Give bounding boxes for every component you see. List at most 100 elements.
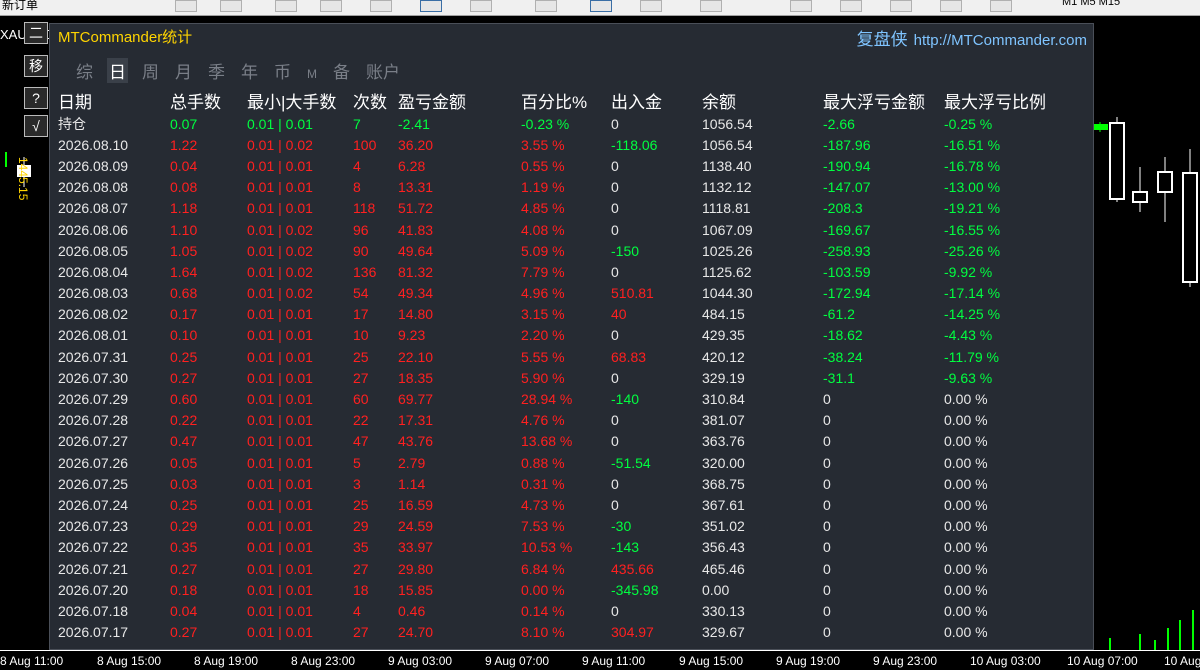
table-row[interactable]: 2026.08.02 0.17 0.01 | 0.01 17 14.80 3.15 % 40… [50,304,1095,325]
table-cell: 17 [353,306,369,323]
table-row[interactable]: 2026.07.23 0.29 0.01 | 0.01 29 24.59 7.53 % -3… [50,516,1095,537]
brand-link[interactable]: http://MTCommander.com [914,32,1087,49]
table-cell: 0.00 % [944,560,988,577]
table-row[interactable]: 2026.07.21 0.27 0.01 | 0.01 27 29.80 6.84 % 43… [50,558,1095,579]
table-cell: 2026.08.02 [58,306,129,323]
tab-7[interactable]: M [305,67,319,81]
table-row[interactable]: 2026.07.17 0.27 0.01 | 0.01 27 24.70 8.10 % 30… [50,622,1095,643]
table-cell: 0.46 [398,602,426,619]
new-order-button[interactable]: 新订单 [2,0,38,13]
table-row[interactable]: 2026.07.28 0.22 0.01 | 0.01 22 17.31 4.76 % 0 3… [50,410,1095,431]
table-cell: 4.76 % [521,412,565,429]
table-cell: 4.85 % [521,200,565,217]
table-row[interactable]: 2026.07.22 0.35 0.01 | 0.01 35 33.97 10.53 % -… [50,537,1095,558]
table-row[interactable]: 2026.07.24 0.25 0.01 | 0.01 25 16.59 4.73 % 0 3… [50,494,1095,515]
crosshair-button[interactable] [640,0,662,12]
tab-2[interactable]: 周 [140,58,161,83]
table-cell: 136 [353,263,377,280]
table-row[interactable]: 持仓 0.07 0.01 | 0.01 7 -2.41 -0.23 % 0 1056.54 -2… [50,113,1095,134]
table-cell: 14.80 [398,306,434,323]
table-cell: 27 [353,624,369,641]
table-cell: 36.20 [398,136,434,153]
table-row[interactable]: 2026.08.03 0.68 0.01 | 0.02 54 49.34 4.96 % 51… [50,283,1095,304]
table-row[interactable]: 2026.08.04 1.64 0.01 | 0.02 136 81.32 7.79 % 0… [50,261,1095,282]
table-row[interactable]: 2026.07.20 0.18 0.01 | 0.01 18 15.85 0.00 % -3… [50,579,1095,600]
tab-8[interactable]: 备 [331,58,352,83]
table-row[interactable]: 2026.08.01 0.10 0.01 | 0.01 10 9.23 2.20 % 0 42… [50,325,1095,346]
table-cell: 0.00 % [944,581,988,598]
auto-scroll-button[interactable] [535,0,557,12]
table-cell: 0.27 [170,560,198,577]
table-row[interactable]: 2026.07.26 0.05 0.01 | 0.01 5 2.79 0.88 % -51.… [50,452,1095,473]
table-row[interactable]: 2026.08.08 0.08 0.01 | 0.01 8 13.31 1.19 % 0 11… [50,177,1095,198]
tab-9[interactable]: 账户 [364,58,402,83]
time-label: 9 Aug 07:00 [485,654,550,668]
table-cell: 0.01 | 0.02 [247,221,313,238]
channel-button[interactable] [840,0,862,12]
table-cell: -0.25 % [944,115,993,132]
trendline-button[interactable] [790,0,812,12]
table-cell: 304.97 [611,624,654,641]
fibo-button[interactable] [890,0,912,12]
table-cell: 0.01 | 0.01 [247,306,313,323]
table-cell: 510.81 [611,285,654,302]
table-cell: -14.25 % [944,306,1001,323]
vertical-line-button[interactable] [700,0,722,12]
timeframe-buttons[interactable]: M1 M5 M15 [1062,0,1120,8]
table-row[interactable]: 2026.07.30 0.27 0.01 | 0.01 27 18.35 5.90 % 0 3… [50,367,1095,388]
table-cell: 0.18 [170,581,198,598]
table-cell: 51.72 [398,200,434,217]
tab-6[interactable]: 币 [272,58,293,83]
table-cell: 1.14 [398,475,426,492]
table-cell: 484.15 [702,306,745,323]
table-row[interactable]: 2026.08.06 1.10 0.01 | 0.02 96 41.83 4.08 % 0 1… [50,219,1095,240]
table-cell: 368.75 [702,475,745,492]
table-cell: 0.88 % [521,454,565,471]
side-button-help[interactable]: ? [24,87,48,109]
table-row[interactable]: 2026.08.07 1.18 0.01 | 0.01 118 51.72 4.85 % 0… [50,198,1095,219]
tab-5[interactable]: 年 [239,58,260,83]
bar-chart-button[interactable] [420,0,442,12]
table-cell: 0.01 | 0.01 [247,200,313,217]
table-row[interactable]: 2026.07.29 0.60 0.01 | 0.01 60 69.77 28.94 % -… [50,388,1095,409]
side-button-check[interactable]: √ [24,115,48,137]
table-cell: 0 [823,624,831,641]
zoom-in-button[interactable] [275,0,297,12]
table-cell: 18.35 [398,369,434,386]
table-cell: 0.04 [170,602,198,619]
table-cell: 2026.07.18 [58,602,129,619]
table-row[interactable]: 2026.07.31 0.25 0.01 | 0.01 25 22.10 5.55 % 68… [50,346,1095,367]
cursor-button[interactable] [590,0,612,12]
table-row[interactable]: 2026.08.05 1.05 0.01 | 0.02 90 49.64 5.09 % -1… [50,240,1095,261]
table-row[interactable]: 2026.08.10 1.22 0.01 | 0.02 100 36.20 3.55 % -… [50,134,1095,155]
table-cell: 0.01 | 0.02 [247,285,313,302]
table-cell: 0 [611,115,619,132]
table-cell: 6.28 [398,157,426,174]
candle-chart-button[interactable] [470,0,492,12]
side-button-move[interactable]: 移 [24,55,48,77]
side-button-minimize[interactable]: 二 [24,22,48,44]
table-cell: 60 [353,391,369,408]
table-row[interactable]: 2026.08.09 0.04 0.01 | 0.01 4 6.28 0.55 % 0 113… [50,155,1095,176]
tile-windows-button[interactable] [370,0,392,12]
table-cell: 320.00 [702,454,745,471]
tab-0[interactable]: 综 [74,58,95,83]
table-cell: 0.00 % [944,391,988,408]
table-cell: 1044.30 [702,285,753,302]
table-cell: 0.01 | 0.01 [247,496,313,513]
table-cell: 0.35 [170,539,198,556]
tab-3[interactable]: 月 [173,58,194,83]
table-row[interactable]: 2026.07.18 0.04 0.01 | 0.01 4 0.46 0.14 % 0 330… [50,600,1095,621]
text-button[interactable] [940,0,962,12]
table-cell: 1125.62 [702,263,752,280]
zoom-out-button[interactable] [320,0,342,12]
table-cell: 5.90 % [521,369,565,386]
table-row[interactable]: 2026.07.25 0.03 0.01 | 0.01 3 1.14 0.31 % 0 368… [50,473,1095,494]
toolbar-button[interactable] [220,0,242,12]
toolbar-button[interactable] [175,0,197,12]
table-cell: 0.01 | 0.01 [247,581,313,598]
tab-4[interactable]: 季 [206,58,227,83]
table-row[interactable]: 2026.07.27 0.47 0.01 | 0.01 47 43.76 13.68 % 0… [50,431,1095,452]
tab-1[interactable]: 日 [107,58,128,83]
arrow-button[interactable] [990,0,1012,12]
